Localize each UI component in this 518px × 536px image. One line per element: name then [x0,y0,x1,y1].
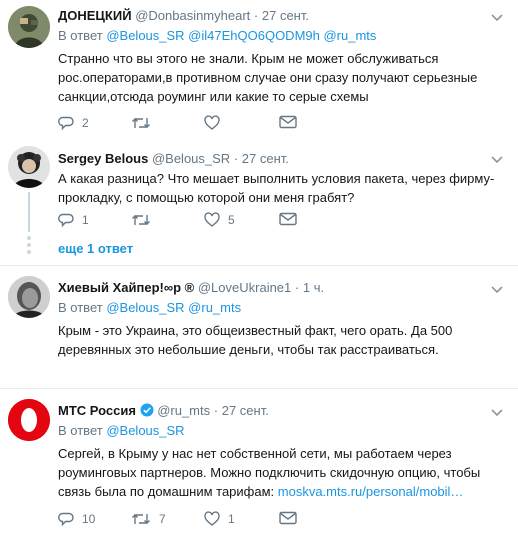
timestamp[interactable]: 1 ч. [303,280,324,295]
retweet-icon [132,118,150,128]
retweet-button[interactable] [131,212,159,228]
tweet-donetsky[interactable]: ДОНЕЦКИЙ @Donbasinmyheart · 27 сент. В о… [0,0,518,140]
reply-context: В ответ @Belous_SR @ru_mts [58,299,504,317]
like-button[interactable] [204,115,228,131]
separator: · [294,280,300,295]
separator: · [213,403,219,418]
timestamp[interactable]: 27 сент. [242,151,289,166]
tweet-text: Сергей, в Крыму у нас нет собственной се… [58,444,504,501]
reply-prefix: В ответ [58,300,103,315]
like-icon [204,115,220,130]
mail-icon [279,212,297,226]
reply-icon [58,213,74,228]
reply-count: 10 [82,512,96,526]
avatar[interactable] [8,146,50,188]
thread-dots [27,236,31,254]
like-button[interactable]: 5 [204,212,235,228]
avatar[interactable] [8,399,50,441]
timestamp[interactable]: 27 сент. [222,403,269,418]
mail-icon [279,115,297,129]
reply-mentions[interactable]: @Belous_SR [106,423,184,438]
tweet-text: Странно что вы этого не знали. Крым не м… [58,51,478,104]
reply-prefix: В ответ [58,423,103,438]
retweet-button[interactable]: 7 [131,511,166,527]
mail-icon [279,511,297,525]
dm-button[interactable] [279,115,297,129]
reply-mentions[interactable]: @Belous_SR @ru_mts [106,300,241,315]
reply-prefix: В ответ [58,28,103,43]
reply-button[interactable]: 1 [58,212,89,228]
avatar[interactable] [8,6,50,48]
separator: · [233,151,239,166]
author-name[interactable]: Sergey Belous [58,151,148,166]
dm-button[interactable] [279,212,297,226]
like-count: 5 [228,213,235,227]
verified-icon [140,403,154,417]
reply-context: В ответ @Belous_SR [58,422,504,440]
tweet-text: Крым - это Украина, это общеизвестный фа… [58,323,453,357]
reply-count: 1 [82,213,89,227]
tweet-link[interactable]: moskva.mts.ru/personal/mobil… [278,484,464,499]
reply-button[interactable]: 10 [58,511,95,527]
timestamp[interactable]: 27 сент. [262,8,309,23]
show-more-replies[interactable]: еще 1 ответ [58,241,133,256]
author-handle[interactable]: @ru_mts [157,403,210,418]
author-name[interactable]: ДОНЕЦКИЙ [58,8,132,23]
tweet-loveukraine[interactable]: Хиевый Хайпер!∞р ® @LoveUkraine1 · 1 ч. … [0,266,518,388]
like-icon [204,511,220,526]
author-handle[interactable]: @Belous_SR [152,151,230,166]
reply-icon [58,512,74,527]
retweet-icon [132,215,150,225]
tweet-sergey-belous[interactable]: Sergey Belous @Belous_SR · 27 сент. А ка… [0,140,518,265]
avatar[interactable] [8,276,50,318]
chevron-down-icon[interactable] [490,407,504,417]
like-icon [204,212,220,227]
dm-button[interactable] [279,511,297,525]
chevron-down-icon[interactable] [490,154,504,164]
chevron-down-icon[interactable] [490,284,504,294]
retweet-icon [132,514,150,524]
retweet-button[interactable] [131,115,159,131]
retweet-count: 7 [159,512,166,526]
reply-context: В ответ @Belous_SR @il47EhQO6QODM9h @ru_… [58,27,504,45]
tweet-text: А какая разница? Что мешает выполнить ус… [58,171,495,205]
like-count: 1 [228,512,235,526]
reply-count: 2 [82,116,89,130]
author-name[interactable]: МТС Россия [58,403,136,418]
author-handle[interactable]: @LoveUkraine1 [198,280,291,295]
reply-button[interactable]: 2 [58,115,89,131]
like-button[interactable]: 1 [204,511,235,527]
separator: · [253,8,259,23]
reply-icon [58,116,74,131]
author-handle[interactable]: @Donbasinmyheart [135,8,250,23]
tweet-mts-russia[interactable]: МТС Россия @ru_mts · 27 сент. В ответ @B… [0,389,518,536]
chevron-down-icon[interactable] [490,12,504,22]
author-name[interactable]: Хиевый Хайпер!∞р ® [58,280,194,295]
reply-mentions[interactable]: @Belous_SR @il47EhQO6QODM9h @ru_mts [106,28,376,43]
